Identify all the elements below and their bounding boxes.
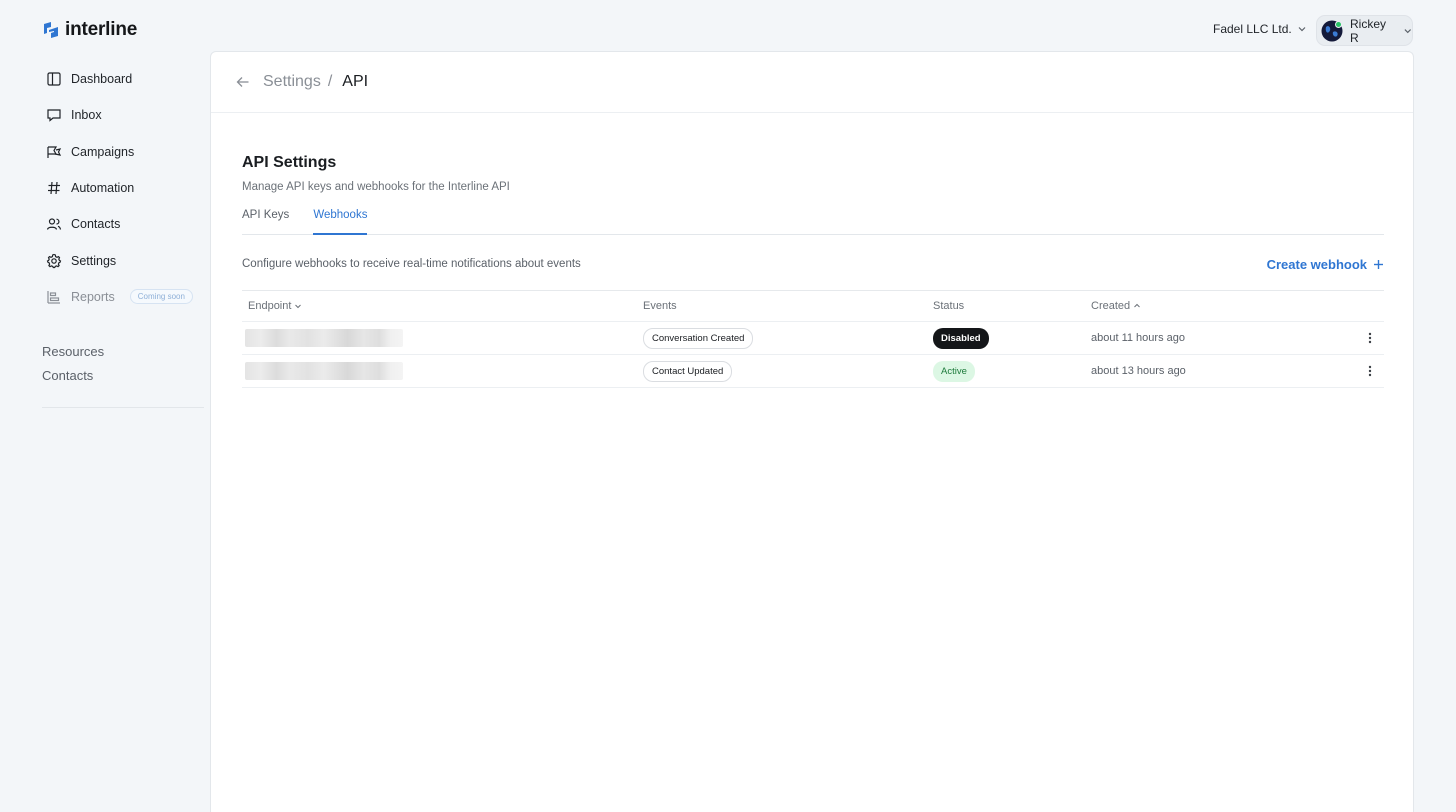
redacted-endpoint <box>245 362 403 380</box>
breadcrumb: Settings / API <box>211 52 1413 113</box>
breadcrumb-current: API <box>342 73 369 90</box>
redacted-endpoint <box>245 329 403 347</box>
sidebar-divider <box>42 407 204 408</box>
status-cell: Active <box>933 360 1091 382</box>
chevron-down-icon <box>1404 28 1411 33</box>
interline-logo-icon <box>44 22 58 38</box>
avatar <box>1321 20 1343 41</box>
tab-webhooks[interactable]: Webhooks <box>313 209 368 235</box>
more-vertical-icon <box>1368 365 1372 377</box>
logo[interactable]: interline <box>42 19 137 41</box>
api-settings-content: API Settings Manage API keys and webhook… <box>242 154 1384 388</box>
sidebar-item-dashboard[interactable]: Dashboard <box>46 61 206 97</box>
page-title: API Settings <box>242 154 337 171</box>
main-card: Settings / API API Settings Manage API k… <box>210 51 1414 812</box>
gear-icon <box>46 253 62 268</box>
webhooks-description: Configure webhooks to receive real-time … <box>242 258 581 270</box>
sidebar-item-label: Automation <box>71 181 135 196</box>
dashboard-icon <box>47 72 61 86</box>
contacts-link[interactable]: Contacts <box>42 366 104 390</box>
sidebar-item-label: Dashboard <box>71 72 133 87</box>
webhooks-toolbar: Configure webhooks to receive real-time … <box>242 253 1384 275</box>
company-switcher[interactable]: Fadel LLC Ltd. <box>1213 22 1307 36</box>
column-status: Status <box>933 300 1091 312</box>
sidebar-item-label: Reports <box>71 289 115 304</box>
user-menu[interactable]: Rickey R <box>1316 15 1413 46</box>
back-arrow-icon[interactable] <box>235 74 251 90</box>
breadcrumb-settings[interactable]: Settings <box>263 73 321 91</box>
column-events: Events <box>643 300 933 312</box>
campaigns-icon <box>47 146 62 158</box>
chevron-down-icon <box>1298 27 1306 32</box>
table-row[interactable]: Conversation Created Disabled about 11 h… <box>242 322 1384 355</box>
user-name: Rickey R <box>1350 16 1387 45</box>
column-created[interactable]: Created <box>1091 300 1356 312</box>
event-badge: Conversation Created <box>643 327 754 349</box>
users-icon <box>46 218 62 231</box>
column-endpoint[interactable]: Endpoint <box>242 300 643 312</box>
sidebar-item-inbox[interactable]: Inbox <box>46 97 206 133</box>
endpoint-cell <box>242 329 643 347</box>
status-badge: Disabled <box>933 327 989 349</box>
sidebar-links: Resources Contacts <box>42 342 104 390</box>
sidebar-item-automation[interactable]: Automation <box>46 170 206 206</box>
sidebar-item-label: Inbox <box>71 108 102 123</box>
hash-icon <box>48 181 60 195</box>
events-cell: Conversation Created <box>643 327 933 349</box>
breadcrumb-separator: / <box>327 73 333 90</box>
page-subtitle: Manage API keys and webhooks for the Int… <box>242 181 510 193</box>
row-menu-button[interactable] <box>1356 332 1384 344</box>
sort-down-icon <box>295 304 302 309</box>
events-cell: Contact Updated <box>643 360 933 382</box>
column-label: Endpoint <box>248 300 292 312</box>
table-row[interactable]: Contact Updated Active about 13 hours ag… <box>242 355 1384 388</box>
inbox-icon <box>47 109 61 123</box>
column-label: Created <box>1091 300 1131 312</box>
sidebar-item-label: Contacts <box>71 217 121 232</box>
endpoint-cell <box>242 362 643 380</box>
resources-link[interactable]: Resources <box>42 342 104 366</box>
event-badge: Contact Updated <box>643 360 733 382</box>
coming-soon-badge: Coming soon <box>129 289 193 305</box>
sidebar-item-label: Campaigns <box>71 144 135 159</box>
status-badge: Active <box>933 360 975 382</box>
table-header: Endpoint Events Status Created <box>242 291 1384 322</box>
plus-icon <box>1374 259 1383 269</box>
sidebar-item-reports: Reports Coming soon <box>46 279 206 315</box>
row-menu-button[interactable] <box>1356 365 1384 377</box>
sidebar-item-settings[interactable]: Settings <box>46 242 206 278</box>
created-cell: about 13 hours ago <box>1091 365 1186 377</box>
more-vertical-icon <box>1368 332 1372 344</box>
create-webhook-button[interactable]: Create webhook <box>1267 257 1384 272</box>
sidebar-nav: Dashboard Inbox Campaigns Automation Con… <box>46 61 206 315</box>
column-label: Events <box>643 300 677 312</box>
create-webhook-label: Create webhook <box>1266 256 1367 272</box>
tabs: API Keys Webhooks <box>242 209 1384 235</box>
tab-api-keys[interactable]: API Keys <box>242 209 289 235</box>
created-cell: about 11 hours ago <box>1091 332 1185 344</box>
status-cell: Disabled <box>933 327 1091 349</box>
sidebar-item-campaigns[interactable]: Campaigns <box>46 134 206 170</box>
company-name: Fadel LLC Ltd. <box>1213 22 1292 36</box>
webhooks-table: Endpoint Events Status Created Conversat… <box>242 290 1384 388</box>
reports-icon <box>47 290 60 304</box>
brand-name: interline <box>65 19 138 40</box>
column-label: Status <box>933 300 965 312</box>
sidebar-item-label: Settings <box>71 253 117 268</box>
sort-up-icon <box>1134 303 1140 308</box>
sidebar-item-contacts[interactable]: Contacts <box>46 206 206 242</box>
